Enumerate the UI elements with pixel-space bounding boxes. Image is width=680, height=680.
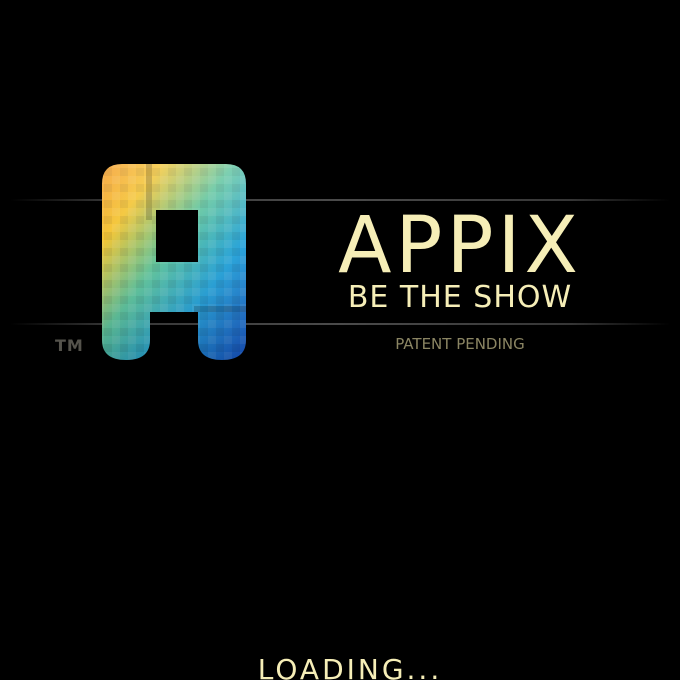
patent-notice: PATENT PENDING [395,335,525,353]
loading-status: LOADING... [257,653,443,680]
splash-screen: TM APPIX BE THE SHOW PATENT PENDING LOAD… [0,0,680,680]
brand-tagline: BE THE SHOW [347,280,573,315]
appix-a-logo-icon [96,160,252,364]
trademark-mark: TM [55,336,84,355]
